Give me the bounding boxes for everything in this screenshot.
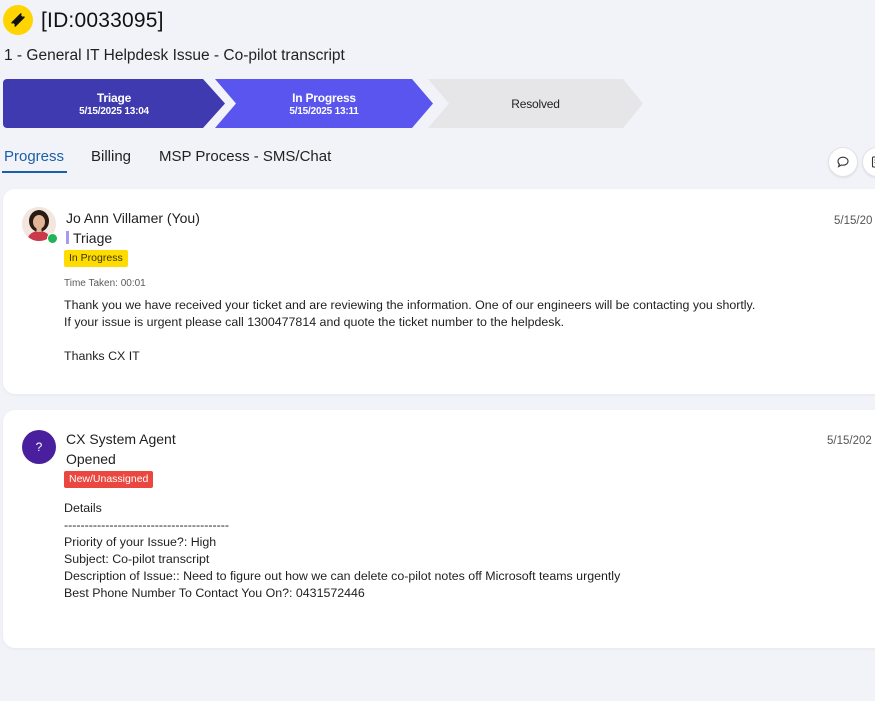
entry-status-label: Opened [66, 451, 116, 467]
document-icon [871, 156, 875, 168]
stage-date: 5/15/2025 13:04 [79, 105, 149, 117]
details-line: Priority of your Issue?: High [64, 535, 217, 549]
tab-msp-process[interactable]: MSP Process - SMS/Chat [159, 148, 331, 165]
entry-body-line: Thanks CX IT [64, 349, 140, 363]
stage-progress: Triage 5/15/2025 13:04 In Progress 5/15/… [3, 79, 663, 128]
ticket-icon [3, 5, 33, 35]
status-marker [66, 231, 69, 244]
avatar: ? [22, 430, 56, 464]
stage-name: Triage [96, 90, 132, 105]
stage-triage[interactable]: Triage 5/15/2025 13:04 [3, 79, 225, 128]
entry-date: 5/15/202 [827, 435, 872, 447]
status-badge: In Progress [64, 250, 128, 267]
details-rule: ---------------------------------------- [64, 518, 230, 532]
entry-status-label: Triage [73, 230, 113, 246]
tab-billing[interactable]: Billing [91, 148, 131, 165]
ticket-header: [ID:0033095] 1 - General IT Helpdesk Iss… [0, 0, 875, 75]
entry-body-line: Thank you we have received your ticket a… [64, 298, 756, 312]
entry-author: CX System Agent [66, 431, 176, 447]
ticket-id: [ID:0033095] [41, 9, 164, 32]
details-line: Description of Issue:: Need to figure ou… [64, 569, 621, 583]
stage-name: In Progress [292, 90, 356, 105]
tab-bar: Progress Billing MSP Process - SMS/Chat [0, 145, 875, 177]
tab-progress[interactable]: Progress [4, 148, 64, 165]
online-status-dot [47, 233, 58, 244]
active-tab-indicator [2, 171, 67, 173]
comment-icon [837, 156, 849, 168]
time-taken: Time Taken: 00:01 [64, 278, 146, 289]
stage-in-progress[interactable]: In Progress 5/15/2025 13:11 [215, 79, 433, 128]
stage-resolved[interactable]: Resolved [428, 79, 643, 128]
details-heading: Details [64, 501, 102, 515]
details-line: Subject: Co-pilot transcript [64, 552, 210, 566]
entry-date: 5/15/20 [834, 215, 873, 227]
entry-status: Triage [66, 230, 112, 246]
timeline-entry: Jo Ann Villamer (You) Triage In Progress… [3, 189, 875, 394]
status-badge: New/Unassigned [64, 471, 154, 488]
comment-button[interactable] [828, 147, 858, 177]
ticket-title: 1 - General IT Helpdesk Issue - Co-pilot… [4, 47, 345, 64]
stage-date: 5/15/2025 13:11 [289, 105, 359, 117]
stage-name: Resolved [511, 96, 560, 111]
entry-author: Jo Ann Villamer (You) [66, 210, 200, 226]
entry-body-line: If your issue is urgent please call 1300… [64, 315, 565, 329]
document-button[interactable] [862, 147, 875, 177]
details-line: Best Phone Number To Contact You On?: 04… [64, 586, 365, 600]
timeline-entry: ? CX System Agent Opened New/Unassigned … [3, 410, 875, 648]
